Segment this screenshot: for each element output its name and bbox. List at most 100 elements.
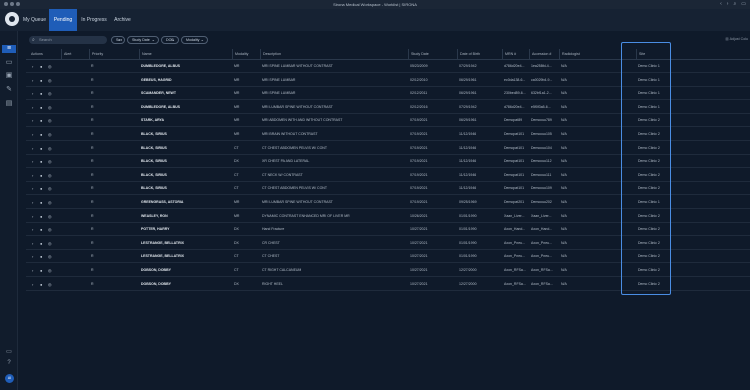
forward-icon[interactable]: › <box>727 1 729 7</box>
tab-my-queue[interactable]: My Queue <box>22 9 47 31</box>
layout-icon[interactable]: ▭ <box>741 1 746 7</box>
alert-bell-icon[interactable]: ◎ <box>48 254 52 259</box>
cell-description: MRI SPINE LUMBAR WITHOUT CONTRAST <box>262 64 333 68</box>
alert-bell-icon[interactable]: ◎ <box>48 78 52 83</box>
display-icon[interactable]: ▣ <box>4 72 14 80</box>
expand-row-icon[interactable]: › <box>32 254 33 259</box>
worklist-icon[interactable]: ≡ <box>2 45 16 53</box>
cell-mrn: ec0da138-6... <box>504 77 526 82</box>
document-icon[interactable]: ▤ <box>4 100 14 108</box>
alert-bell-icon[interactable]: ◎ <box>48 214 52 219</box>
view-eye-icon[interactable]: ● <box>40 282 42 287</box>
search-input[interactable]: ⌕ Search <box>29 36 107 44</box>
filter-study-date[interactable]: Study Date ⌄ <box>127 36 159 44</box>
help-icon[interactable]: ? <box>4 360 14 368</box>
column-header[interactable]: Alert <box>61 49 87 59</box>
cell-dob: 07/29/1942 <box>459 104 477 109</box>
view-eye-icon[interactable]: ● <box>40 268 42 273</box>
view-eye-icon[interactable]: ● <box>40 254 42 259</box>
view-eye-icon[interactable]: ● <box>40 186 42 191</box>
expand-row-icon[interactable]: › <box>32 241 33 246</box>
alert-bell-icon[interactable]: ◎ <box>48 105 52 110</box>
back-icon[interactable]: ‹ <box>720 1 722 7</box>
view-eye-icon[interactable]: ● <box>40 173 42 178</box>
monitor-icon[interactable]: ▭ <box>4 59 14 67</box>
column-header[interactable]: Radiologist <box>559 49 619 59</box>
cell-study-date: 10/27/2021 <box>410 268 428 272</box>
alert-bell-icon[interactable]: ◎ <box>48 91 52 96</box>
expand-row-icon[interactable]: › <box>32 118 33 123</box>
adjust-columns-button[interactable]: ▥ Adjust Colu <box>725 37 748 41</box>
cell-priority: R <box>91 240 94 245</box>
cell-name: LESTRANGE, BELLATRIX <box>141 254 184 259</box>
column-header[interactable]: Priority <box>89 49 137 59</box>
cell-description: RIGHT HEEL <box>262 281 283 286</box>
column-header[interactable]: Date of Birth <box>457 49 500 59</box>
alert-bell-icon[interactable]: ◎ <box>48 186 52 191</box>
view-eye-icon[interactable]: ● <box>40 132 42 137</box>
expand-row-icon[interactable]: › <box>32 105 33 110</box>
user-avatar[interactable]: AI <box>5 374 14 383</box>
column-header[interactable]: Description <box>260 49 406 59</box>
view-eye-icon[interactable]: ● <box>40 214 42 219</box>
view-eye-icon[interactable]: ● <box>40 91 42 96</box>
column-header[interactable]: Study Date <box>408 49 455 59</box>
view-eye-icon[interactable]: ● <box>40 118 42 123</box>
expand-row-icon[interactable]: › <box>32 78 33 83</box>
cell-modality: MR <box>234 118 240 123</box>
expand-row-icon[interactable]: › <box>32 132 33 137</box>
screen-icon[interactable]: ▭ <box>4 348 14 356</box>
tab-archive[interactable]: Archive <box>110 9 135 31</box>
view-eye-icon[interactable]: ● <box>40 64 42 69</box>
tab-pending[interactable]: Pending <box>49 9 77 31</box>
alert-bell-icon[interactable]: ◎ <box>48 173 52 178</box>
alert-bell-icon[interactable]: ◎ <box>48 227 52 232</box>
alert-bell-icon[interactable]: ◎ <box>48 200 52 205</box>
view-eye-icon[interactable]: ● <box>40 146 42 151</box>
zoom-icon[interactable]: ⌕ <box>733 1 736 7</box>
tools-icon[interactable]: ✎ <box>4 86 14 94</box>
column-header[interactable]: Modality <box>232 49 258 59</box>
expand-row-icon[interactable]: › <box>32 227 33 232</box>
alert-bell-icon[interactable]: ◎ <box>48 146 52 151</box>
filter-modality[interactable]: Modality ⌄ <box>181 36 208 44</box>
filter-sex[interactable]: Sex ⌄ <box>111 36 125 44</box>
cell-description: CT CHEST ABDOMEN PELVIS W/ CONT <box>262 145 327 150</box>
column-header[interactable]: MRN # <box>502 49 527 59</box>
view-eye-icon[interactable]: ● <box>40 105 42 110</box>
column-header[interactable]: Name <box>139 49 230 59</box>
alert-bell-icon[interactable]: ◎ <box>48 241 52 246</box>
view-eye-icon[interactable]: ● <box>40 227 42 232</box>
alert-bell-icon[interactable]: ◎ <box>48 268 52 273</box>
view-eye-icon[interactable]: ● <box>40 200 42 205</box>
expand-row-icon[interactable]: › <box>32 173 33 178</box>
cell-radiologist: N/A <box>561 118 567 123</box>
expand-row-icon[interactable]: › <box>32 64 33 69</box>
alert-bell-icon[interactable]: ◎ <box>48 282 52 287</box>
cell-study-date: 05/23/2009 <box>410 64 428 68</box>
expand-row-icon[interactable]: › <box>32 268 33 273</box>
expand-row-icon[interactable]: › <box>32 146 33 151</box>
alert-bell-icon[interactable]: ◎ <box>48 64 52 69</box>
expand-row-icon[interactable]: › <box>32 186 33 191</box>
expand-row-icon[interactable]: › <box>32 200 33 205</box>
view-eye-icon[interactable]: ● <box>40 78 42 83</box>
cell-mrn: Axon_Pneu... <box>504 240 526 245</box>
expand-row-icon[interactable]: › <box>32 159 33 164</box>
cell-dob: 09/25/1969 <box>459 200 477 204</box>
cell-name: BLACK, SIRIUS <box>141 172 167 177</box>
alert-bell-icon[interactable]: ◎ <box>48 118 52 123</box>
column-header[interactable]: Actions <box>29 49 59 59</box>
adjust-columns-label: Adjust Colu <box>729 37 748 41</box>
view-eye-icon[interactable]: ● <box>40 241 42 246</box>
alert-bell-icon[interactable]: ◎ <box>48 132 52 137</box>
expand-row-icon[interactable]: › <box>32 214 33 219</box>
expand-row-icon[interactable]: › <box>32 282 33 287</box>
tab-in-progress[interactable]: In Progress <box>79 9 109 31</box>
alert-bell-icon[interactable]: ◎ <box>48 159 52 164</box>
view-eye-icon[interactable]: ● <box>40 159 42 164</box>
cell-description: CR CHEST <box>262 240 280 245</box>
filter-dob[interactable]: DOB ⌄ <box>161 36 179 44</box>
column-header[interactable]: Accession # <box>529 49 557 59</box>
expand-row-icon[interactable]: › <box>32 91 33 96</box>
